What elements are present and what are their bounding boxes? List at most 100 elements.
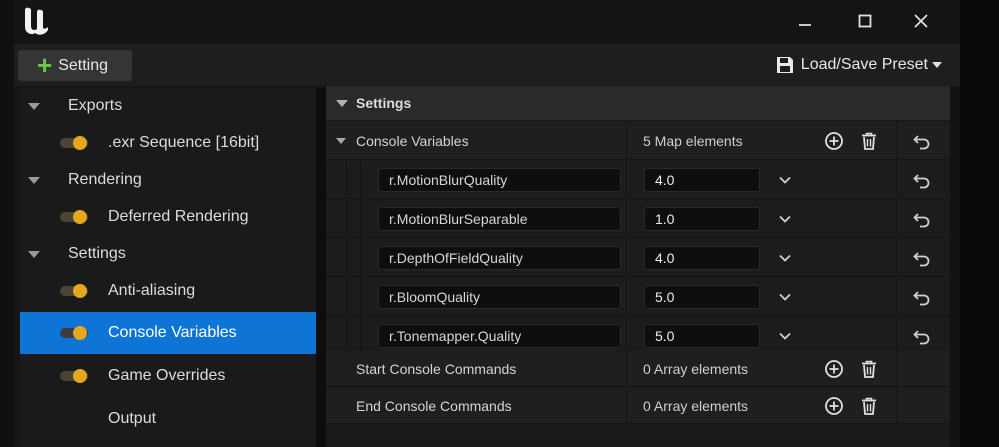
collapse-arrow-icon[interactable] [336, 138, 346, 144]
reset-to-default-icon[interactable] [912, 170, 932, 190]
add-setting-label: Setting [58, 56, 108, 74]
tree-item-anti-aliasing[interactable]: Anti-aliasing [20, 273, 316, 309]
property-label: Console Variables [356, 132, 469, 149]
chevron-down-icon[interactable] [778, 290, 792, 304]
map-entry-row: r.MotionBlurSeparable 1.0 [326, 200, 950, 238]
clear-elements-button[interactable] [858, 395, 880, 417]
element-count: 5 Map elements [643, 132, 743, 149]
item-label: Console Variables [108, 324, 237, 341]
add-setting-button[interactable]: + Setting [18, 50, 132, 81]
maximize-icon [858, 14, 872, 28]
map-value-field[interactable]: 4.0 [644, 168, 760, 192]
map-key-field[interactable]: r.MotionBlurQuality [378, 168, 621, 192]
add-circle-icon [825, 397, 843, 415]
map-entry-row: r.BloomQuality 5.0 [326, 278, 950, 316]
unreal-logo-icon [25, 7, 48, 35]
enable-toggle[interactable] [60, 136, 90, 150]
map-key-field[interactable]: r.DepthOfFieldQuality [378, 246, 621, 270]
collapse-arrow-icon [28, 250, 40, 258]
trash-icon [862, 397, 876, 415]
trash-icon [862, 132, 876, 150]
save-disk-icon [776, 57, 793, 73]
tree-item-exr-sequence[interactable]: .exr Sequence [16bit] [20, 125, 316, 161]
item-label: Anti-aliasing [108, 282, 196, 299]
element-count: 0 Array elements [643, 397, 749, 414]
add-element-button[interactable] [823, 395, 845, 417]
enable-toggle[interactable] [60, 210, 90, 224]
add-element-button[interactable] [823, 130, 845, 152]
property-label: End Console Commands [356, 397, 512, 414]
item-label: .exr Sequence [16bit] [108, 134, 260, 151]
reset-to-default-icon[interactable] [912, 131, 932, 151]
add-circle-icon [825, 132, 843, 150]
map-entry-row: r.DepthOfFieldQuality 4.0 [326, 239, 950, 277]
collapse-arrow-icon [28, 176, 40, 184]
start-console-commands-row: Start Console Commands 0 Array elements [326, 351, 950, 387]
tree-category-settings[interactable]: Settings [20, 236, 316, 272]
map-entry-row: r.MotionBlurQuality 4.0 [326, 161, 950, 199]
reset-to-default-icon[interactable] [912, 326, 932, 346]
map-key-field[interactable]: r.Tonemapper.Quality [378, 324, 621, 348]
category-label: Exports [68, 97, 123, 114]
tree-item-console-variables[interactable]: Console Variables [20, 312, 316, 354]
maximize-button[interactable] [852, 8, 878, 34]
item-label: Game Overrides [108, 367, 226, 384]
reset-to-default-icon[interactable] [912, 248, 932, 268]
map-value-field[interactable]: 5.0 [644, 285, 760, 309]
map-value-field[interactable]: 5.0 [644, 324, 760, 348]
map-key-field[interactable]: r.MotionBlurSeparable [378, 207, 621, 231]
load-save-preset-button[interactable]: Load/Save Preset [775, 54, 942, 76]
map-key-field[interactable]: r.BloomQuality [378, 285, 621, 309]
chevron-down-icon[interactable] [778, 212, 792, 226]
trash-icon [862, 360, 876, 378]
plus-icon: + [37, 49, 53, 80]
section-title: Settings [356, 95, 412, 111]
toolbar: + Setting Load/Save Preset [14, 44, 960, 86]
enable-toggle[interactable] [60, 369, 90, 383]
reset-to-default-icon[interactable] [912, 209, 932, 229]
chevron-down-icon[interactable] [778, 329, 792, 343]
collapse-arrow-icon [28, 102, 40, 110]
clear-elements-button[interactable] [858, 130, 880, 152]
background-left [0, 0, 14, 447]
chevron-down-icon[interactable] [778, 251, 792, 265]
enable-toggle[interactable] [60, 284, 90, 298]
console-variables-row: Console Variables 5 Map elements [326, 122, 950, 160]
details-panel: Settings Console Variables 5 Map element… [326, 86, 950, 447]
movie-render-config-window: + Setting Load/Save Preset Exports .exr … [14, 0, 960, 447]
title-bar [14, 0, 960, 42]
close-icon [914, 14, 928, 28]
details-scrollbar[interactable] [950, 86, 960, 447]
map-value-field[interactable]: 1.0 [644, 207, 760, 231]
tree-item-game-overrides[interactable]: Game Overrides [20, 358, 316, 394]
background-right [960, 0, 999, 447]
tree-category-rendering[interactable]: Rendering [20, 162, 316, 198]
chevron-down-icon[interactable] [778, 173, 792, 187]
dropdown-arrow-icon [932, 62, 942, 68]
close-button[interactable] [908, 8, 934, 34]
enable-toggle[interactable] [60, 326, 90, 340]
item-label: Deferred Rendering [108, 208, 249, 225]
item-label: Output [108, 410, 157, 427]
collapse-arrow-icon [336, 99, 348, 107]
element-count: 0 Array elements [643, 360, 749, 377]
preset-label: Load/Save Preset [800, 56, 928, 73]
panel-splitter[interactable] [316, 88, 326, 447]
category-label: Rendering [68, 171, 142, 188]
map-value-field[interactable]: 4.0 [644, 246, 760, 270]
add-element-button[interactable] [823, 358, 845, 380]
minimize-button[interactable] [792, 8, 818, 34]
settings-tree: Exports .exr Sequence [16bit] Rendering … [20, 88, 316, 447]
settings-section-header[interactable]: Settings [326, 86, 950, 120]
reset-to-default-icon[interactable] [912, 287, 932, 307]
end-console-commands-row: End Console Commands 0 Array elements [326, 388, 950, 424]
category-label: Settings [68, 245, 126, 262]
minimize-icon [799, 24, 811, 26]
map-entry-row: r.Tonemapper.Quality 5.0 [326, 317, 950, 355]
property-label: Start Console Commands [356, 360, 517, 377]
tree-item-output[interactable]: Output [20, 401, 316, 437]
tree-category-exports[interactable]: Exports [20, 88, 316, 124]
clear-elements-button[interactable] [858, 358, 880, 380]
add-circle-icon [825, 360, 843, 378]
tree-item-deferred-rendering[interactable]: Deferred Rendering [20, 199, 316, 235]
